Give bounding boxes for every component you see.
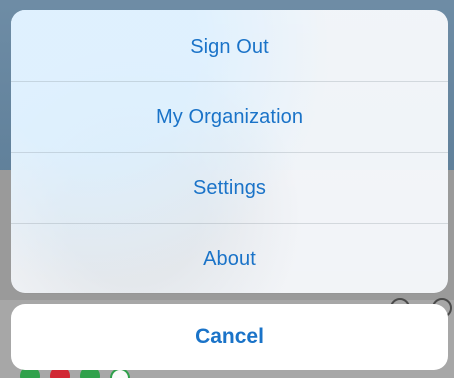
cancel-card: Cancel xyxy=(11,304,448,370)
action-sheet: Sign Out My Organization Settings About xyxy=(11,10,448,293)
cancel-button[interactable]: Cancel xyxy=(11,304,448,370)
about-button[interactable]: About xyxy=(11,224,448,293)
my-organization-button[interactable]: My Organization xyxy=(11,82,448,152)
settings-button[interactable]: Settings xyxy=(11,153,448,223)
sign-out-button[interactable]: Sign Out xyxy=(11,12,448,82)
